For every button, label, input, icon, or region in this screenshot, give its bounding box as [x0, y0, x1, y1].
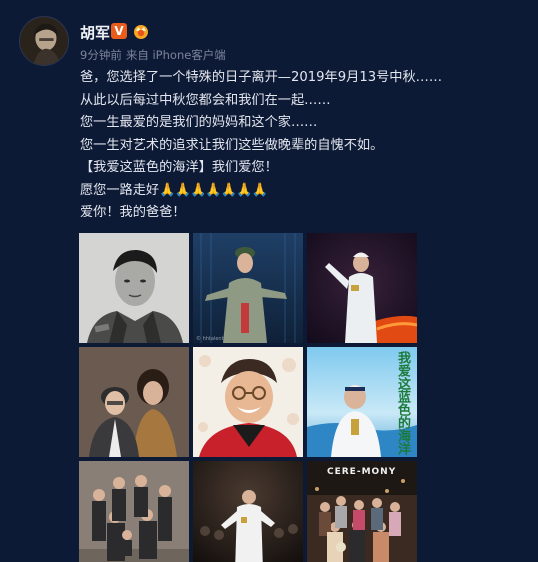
- photo-album-cover-blue-ocean[interactable]: 我爱这蓝色的海洋: [307, 347, 417, 457]
- photo-smiling-man-glasses[interactable]: [193, 347, 303, 457]
- post-source: 来自 iPhone客户端: [125, 48, 226, 62]
- post-line: 从此以后每过中秋您都会和我们在一起……: [80, 92, 331, 108]
- post-line: 【我爱这蓝色的海洋】我们爱您！: [80, 160, 278, 175]
- post-line: 您一生对艺术的追求让我们这些做晚辈的自愧不如。: [80, 137, 384, 153]
- post-line: 愿您一路走好🙏🙏🙏🙏🙏🙏🙏: [80, 180, 520, 203]
- author-name[interactable]: 胡军: [80, 22, 110, 43]
- post-line: 爱你！我的爸爸！: [80, 205, 186, 220]
- post-meta: 9分钟前 来自 iPhone客户端: [80, 47, 230, 63]
- photo-couple-portrait[interactable]: [79, 347, 189, 457]
- post-line: 爸，您选择了一个特殊的日子离开—2019年9月13号中秋……: [80, 70, 443, 85]
- image-grid: © hhtalent 我爱这蓝色的海洋 CERE-MONY: [79, 233, 419, 562]
- svg-text:© hhtalent: © hhtalent: [196, 335, 224, 342]
- verified-badge-icon: V: [111, 23, 127, 39]
- avatar[interactable]: [19, 16, 69, 66]
- photo-stage-singing-uniform[interactable]: © hhtalent: [193, 233, 303, 343]
- photo-concert-stage[interactable]: [193, 461, 303, 562]
- photo-stage-white-uniform[interactable]: [307, 233, 417, 343]
- post-text: 爸，您选择了一个特殊的日子离开—2019年9月13号中秋…… 从此以后每过中秋您…: [80, 67, 520, 225]
- photo-family-restaurant[interactable]: CERE-MONY: [307, 461, 417, 562]
- post-line: 您一生最爱的是我们的妈妈和这个家……: [80, 115, 318, 130]
- member-crown-icon: [132, 22, 150, 40]
- album-cover-title: 我爱这蓝色的海洋: [395, 351, 410, 455]
- post-line-text: 愿您一路走好: [80, 182, 160, 198]
- pray-emoji-icons: 🙏🙏🙏🙏🙏🙏🙏: [159, 182, 268, 198]
- restaurant-sign-text: CERE-MONY: [327, 467, 397, 477]
- photo-young-soldier-portrait[interactable]: [79, 233, 189, 343]
- post-time[interactable]: 9分钟前: [80, 48, 122, 62]
- photo-family-group[interactable]: [79, 461, 189, 562]
